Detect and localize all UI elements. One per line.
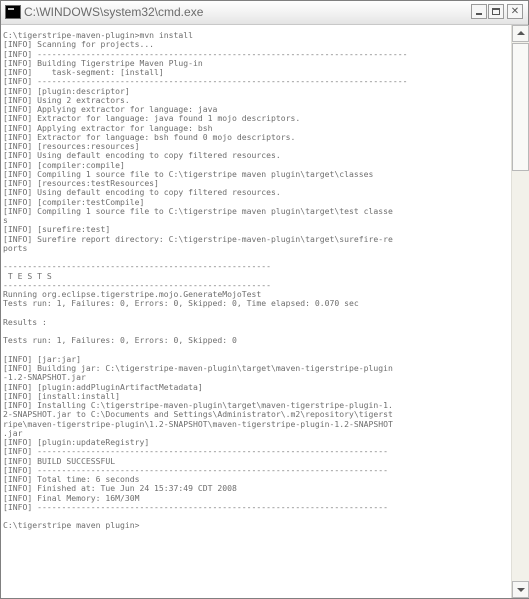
console-line: [INFO] Using default encoding to copy fi…: [3, 188, 281, 198]
console-line: [INFO] [resources:resources]: [3, 142, 140, 151]
console-line: [INFO] ---------------------------------…: [3, 77, 408, 87]
console-line: .jar: [3, 428, 23, 438]
console-line: [INFO] Surefire report directory: C:\tig…: [3, 234, 393, 244]
console-line: [INFO] Applying extractor for language: …: [3, 123, 213, 133]
console-line: [INFO] Compiling 1 source file to C:\tig…: [3, 206, 393, 216]
console-line: C:\tigerstripe-maven-plugin>mvn install: [3, 31, 194, 40]
console-line: ripe\maven-tigerstripe-plugin\1.2-SNAPSH…: [3, 419, 393, 429]
console-line: [INFO] Finished at: Tue Jun 24 15:37:49 …: [3, 484, 237, 494]
console-line: [INFO] [install:install]: [3, 391, 120, 401]
console-line: Tests run: 1, Failures: 0, Errors: 0, Sk…: [3, 336, 237, 346]
console-line: [INFO] Building jar: C:\tigerstripe-mave…: [3, 364, 393, 373]
minimize-button[interactable]: [471, 4, 487, 19]
window-title: C:\WINDOWS\system32\cmd.exe: [24, 5, 204, 19]
console-line: -1.2-SNAPSHOT.jar: [3, 373, 86, 383]
console-line: [INFO] Extractor for language: bsh found…: [3, 132, 296, 142]
console-line: ----------------------------------------…: [3, 262, 272, 272]
console-output[interactable]: C:\tigerstripe-maven-plugin>mvn install[…: [3, 31, 511, 598]
console-line: [INFO] Applying extractor for language: …: [3, 105, 218, 114]
console-line: s: [3, 216, 8, 225]
maximize-button[interactable]: [488, 4, 504, 19]
console-line: Results :: [3, 317, 47, 327]
console-line: Tests run: 1, Failures: 0, Errors: 0, Sk…: [3, 299, 359, 309]
close-icon: ✕: [510, 6, 520, 17]
console-line: ports: [3, 243, 28, 253]
console-line: [INFO] [compiler:compile]: [3, 160, 125, 170]
scroll-down-button[interactable]: [512, 581, 529, 598]
console-line: 2-SNAPSHOT.jar to C:\Documents and Setti…: [3, 410, 393, 420]
console-line: [INFO] ---------------------------------…: [3, 465, 388, 475]
console-icon[interactable]: [5, 5, 21, 19]
console-line: [INFO] [jar:jar]: [3, 354, 81, 364]
console-line: [INFO] task-segment: [install]: [3, 68, 164, 77]
console-window: C:\WINDOWS\system32\cmd.exe ✕ C:\tigerst…: [0, 0, 529, 599]
console-line: [INFO] [plugin:addPluginArtifactMetadata…: [3, 382, 203, 392]
console-line: [INFO] Building Tigerstripe Maven Plug-i…: [3, 58, 203, 68]
console-line: C:\tigerstripe maven plugin>: [3, 521, 140, 531]
console-line: [INFO] Total time: 6 seconds: [3, 475, 140, 484]
console-line: [INFO] [plugin:updateRegistry]: [3, 438, 150, 447]
console-line: [INFO] [resources:testResources]: [3, 179, 159, 188]
console-line: [INFO] Using default encoding to copy fi…: [3, 151, 281, 161]
console-line: [INFO] Installing C:\tigerstripe-maven-p…: [3, 401, 393, 410]
console-line: [INFO] ---------------------------------…: [3, 447, 388, 457]
arrow-up-icon: [517, 31, 525, 35]
console-line: T E S T S: [3, 271, 52, 281]
console-line: [INFO] ---------------------------------…: [3, 502, 388, 512]
console-line: [INFO] ---------------------------------…: [3, 49, 408, 59]
arrow-down-icon: [517, 588, 525, 592]
console-line: [INFO] BUILD SUCCESSFUL: [3, 456, 116, 466]
maximize-icon: [492, 8, 500, 15]
minimize-icon: [476, 13, 482, 15]
console-line: Running org.eclipse.tigerstripe.mojo.Gen…: [3, 290, 262, 299]
console-line: [INFO] Scanning for projects...: [3, 40, 155, 50]
console-line: [INFO] [compiler:testCompile]: [3, 197, 145, 207]
console-line: [INFO] Final Memory: 16M/30M: [3, 493, 140, 503]
scrollbar-thumb[interactable]: [512, 43, 529, 171]
vertical-scrollbar[interactable]: [511, 25, 529, 598]
console-line: [INFO] [surefire:test]: [3, 225, 111, 235]
scroll-up-button[interactable]: [512, 25, 529, 42]
console-line: ----------------------------------------…: [3, 280, 272, 290]
close-button[interactable]: ✕: [507, 4, 523, 19]
console-line: [INFO] Using 2 extractors.: [3, 95, 130, 105]
console-line: [INFO] [plugin:descriptor]: [3, 86, 130, 96]
console-line: [INFO] Compiling 1 source file to C:\tig…: [3, 169, 374, 179]
console-line: [INFO] Extractor for language: java foun…: [3, 114, 301, 124]
title-bar[interactable]: C:\WINDOWS\system32\cmd.exe ✕: [1, 1, 528, 25]
